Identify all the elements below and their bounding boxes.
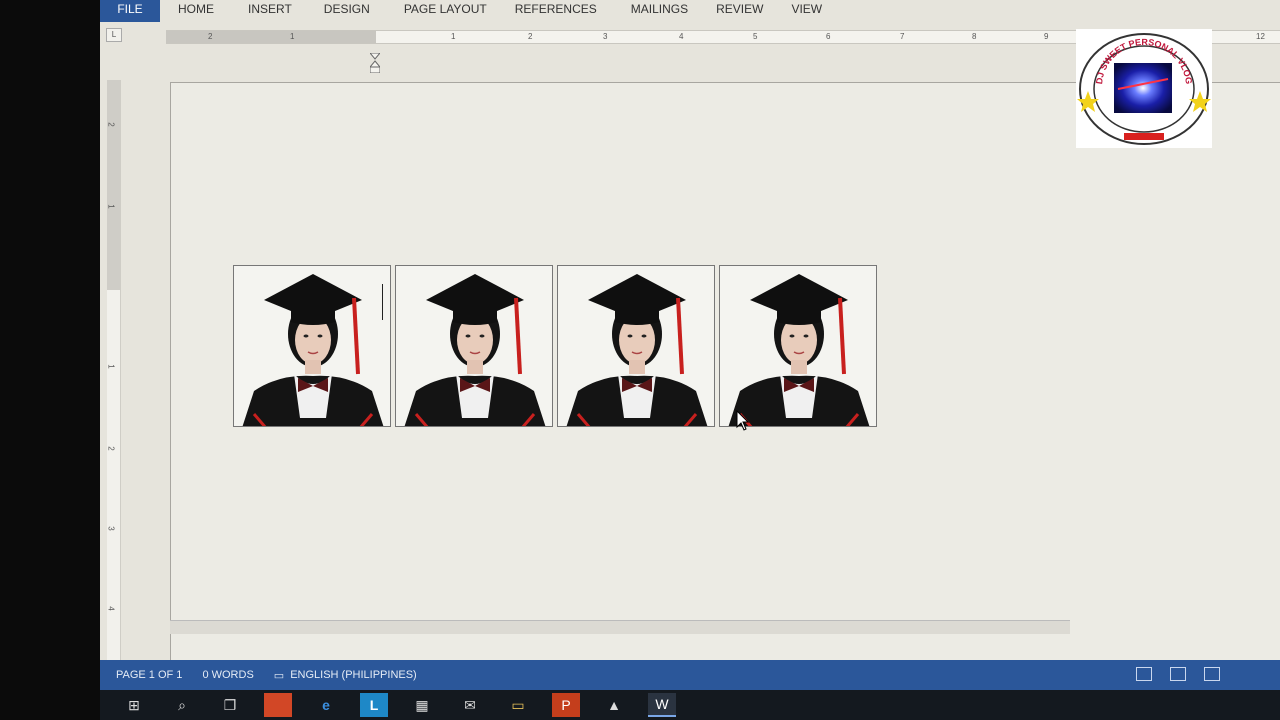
ruler-number: 2 [106, 122, 116, 127]
word-count[interactable]: 0 WORDS [202, 669, 253, 681]
ruler-number: 12 [1256, 32, 1265, 41]
search-icon[interactable]: ⌕ [168, 693, 196, 717]
ruler-number: 4 [679, 32, 684, 41]
mouse-pointer-icon [736, 410, 750, 431]
graduation-photo[interactable] [395, 265, 553, 427]
vlog-logo-icon: DJ SWEET PERSONAL VLOG [1077, 33, 1211, 145]
windows-icon[interactable]: ⊞ [120, 693, 148, 717]
graduate-portrait-icon [566, 274, 708, 426]
status-bar: PAGE 1 OF 1 0 WORDS ▭ ENGLISH (PHILIPPIN… [100, 660, 1280, 690]
ruler-number: 7 [900, 32, 905, 41]
ribbon-tabs: FILE HOME INSERT DESIGN PAGE LAYOUT REFE… [100, 0, 1280, 22]
ruler-number: 2 [528, 32, 533, 41]
web-layout-icon[interactable] [1204, 667, 1220, 681]
word-icon[interactable]: W [648, 693, 676, 717]
channel-logo: DJ SWEET PERSONAL VLOG [1076, 29, 1212, 148]
task-view-icon[interactable]: ❐ [216, 693, 244, 717]
ruler-number: 2 [106, 446, 116, 451]
text-cursor [382, 284, 383, 320]
page-count[interactable]: PAGE 1 OF 1 [116, 669, 182, 681]
language-indicator[interactable]: ENGLISH (PHILIPPINES) [290, 669, 417, 681]
tab-selector-button[interactable]: L [106, 28, 122, 42]
ruler-number: 3 [106, 526, 116, 531]
read-mode-icon[interactable] [1136, 667, 1152, 681]
app-icon[interactable] [264, 693, 292, 717]
tab-review[interactable]: REVIEW [702, 0, 777, 22]
ruler-number: 6 [826, 32, 831, 41]
horizontal-scrollbar[interactable] [170, 620, 1070, 634]
ruler-number: 1 [290, 32, 295, 41]
photo-strip [233, 265, 877, 427]
photos-icon[interactable]: ▲ [600, 693, 628, 717]
ruler-number: 9 [1044, 32, 1049, 41]
proofing-icon[interactable]: ▭ [274, 669, 284, 682]
ruler-number: 5 [753, 32, 758, 41]
tab-insert[interactable]: INSERT [234, 0, 306, 22]
tab-page-layout[interactable]: PAGE LAYOUT [390, 0, 501, 22]
ruler-number: 8 [972, 32, 977, 41]
graduation-photo[interactable] [557, 265, 715, 427]
indent-marker-icon[interactable] [370, 53, 380, 73]
document-page[interactable] [170, 82, 1280, 662]
store-icon[interactable]: ▦ [408, 693, 436, 717]
ruler-number: 1 [106, 204, 116, 209]
graduate-portrait-icon [404, 274, 546, 426]
tab-design[interactable]: DESIGN [310, 0, 384, 22]
vertical-ruler[interactable]: 2 1 1 2 3 4 [107, 80, 121, 660]
ruler-margin-area [166, 31, 376, 43]
ruler-number: 1 [451, 32, 456, 41]
view-buttons [1136, 667, 1220, 681]
powerpoint-icon[interactable]: P [552, 693, 580, 717]
tab-view[interactable]: VIEW [777, 0, 836, 22]
ruler-number: 3 [603, 32, 608, 41]
l-app-icon[interactable]: L [360, 693, 388, 717]
ruler-number: 4 [106, 606, 116, 611]
graduation-photo[interactable] [719, 265, 877, 427]
print-layout-icon[interactable] [1170, 667, 1186, 681]
mail-icon[interactable]: ✉ [456, 693, 484, 717]
monitor-bezel [0, 0, 100, 720]
graduation-photo[interactable] [233, 265, 391, 427]
windows-taskbar: ⊞ ⌕ ❐ e L ▦ ✉ ▭ P ▲ W [100, 690, 1280, 720]
ruler-margin-area [107, 80, 120, 290]
edge-icon[interactable]: e [312, 693, 340, 717]
graduate-portrait-icon [242, 274, 384, 426]
graduate-portrait-icon [728, 274, 870, 426]
file-explorer-icon[interactable]: ▭ [504, 693, 532, 717]
ruler-number: 1 [106, 364, 116, 369]
tab-references[interactable]: REFERENCES [501, 0, 611, 22]
ruler-number: 2 [208, 32, 213, 41]
tab-mailings[interactable]: MAILINGS [617, 0, 702, 22]
tab-home[interactable]: HOME [164, 0, 228, 22]
tab-file[interactable]: FILE [100, 0, 160, 22]
